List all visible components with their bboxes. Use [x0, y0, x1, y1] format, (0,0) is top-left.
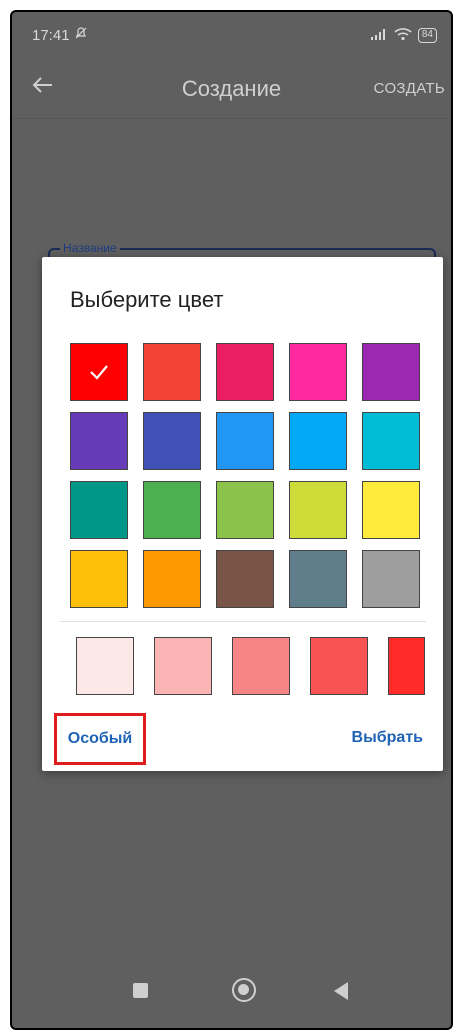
- shade-swatch[interactable]: [310, 637, 368, 695]
- color-swatch[interactable]: [216, 412, 274, 470]
- home-icon[interactable]: [232, 978, 256, 1002]
- color-swatch[interactable]: [143, 481, 201, 539]
- color-swatch[interactable]: [70, 343, 128, 401]
- color-swatch[interactable]: [362, 481, 420, 539]
- shade-swatch[interactable]: [76, 637, 134, 695]
- color-picker-dialog: Выберите цвет Особый Выбрать: [42, 257, 443, 771]
- color-swatch[interactable]: [70, 550, 128, 608]
- color-swatch[interactable]: [143, 550, 201, 608]
- color-swatch[interactable]: [143, 343, 201, 401]
- dialog-title: Выберите цвет: [70, 287, 224, 312]
- signal-icon: [370, 28, 388, 43]
- wifi-icon: [394, 27, 412, 44]
- color-swatch[interactable]: [289, 343, 347, 401]
- app-bar: Создание СОЗДАТЬ: [12, 58, 451, 120]
- status-time: 17:41: [32, 26, 70, 44]
- nav-back-icon[interactable]: [334, 982, 348, 1000]
- color-swatch[interactable]: [362, 343, 420, 401]
- color-swatch[interactable]: [289, 550, 347, 608]
- color-swatch[interactable]: [216, 343, 274, 401]
- app-bar-divider: [12, 118, 451, 119]
- shade-swatch[interactable]: [232, 637, 290, 695]
- screen: 17:41 84 Создание СОЗДАТЬ Название Выбер…: [10, 10, 453, 1030]
- check-icon: [71, 344, 127, 400]
- color-swatch[interactable]: [289, 481, 347, 539]
- color-swatch[interactable]: [143, 412, 201, 470]
- battery-indicator: 84: [417, 27, 437, 43]
- navigation-bar: [12, 962, 451, 1022]
- custom-color-button[interactable]: Особый: [54, 713, 146, 765]
- shade-swatch[interactable]: [388, 637, 425, 695]
- color-swatch[interactable]: [362, 550, 420, 608]
- notification-off-icon: [74, 26, 88, 44]
- shade-swatch[interactable]: [154, 637, 212, 695]
- color-swatch[interactable]: [289, 412, 347, 470]
- recents-icon[interactable]: [133, 983, 148, 998]
- color-swatch[interactable]: [216, 481, 274, 539]
- custom-color-label: Особый: [67, 730, 133, 747]
- create-button[interactable]: СОЗДАТЬ: [374, 80, 445, 97]
- color-swatch[interactable]: [70, 412, 128, 470]
- dialog-divider: [60, 621, 426, 622]
- select-button[interactable]: Выбрать: [352, 729, 423, 747]
- color-swatch[interactable]: [70, 481, 128, 539]
- color-swatch[interactable]: [216, 550, 274, 608]
- name-field-label: Название: [60, 241, 120, 255]
- status-bar: 17:41 84: [12, 12, 451, 58]
- color-swatch[interactable]: [362, 412, 420, 470]
